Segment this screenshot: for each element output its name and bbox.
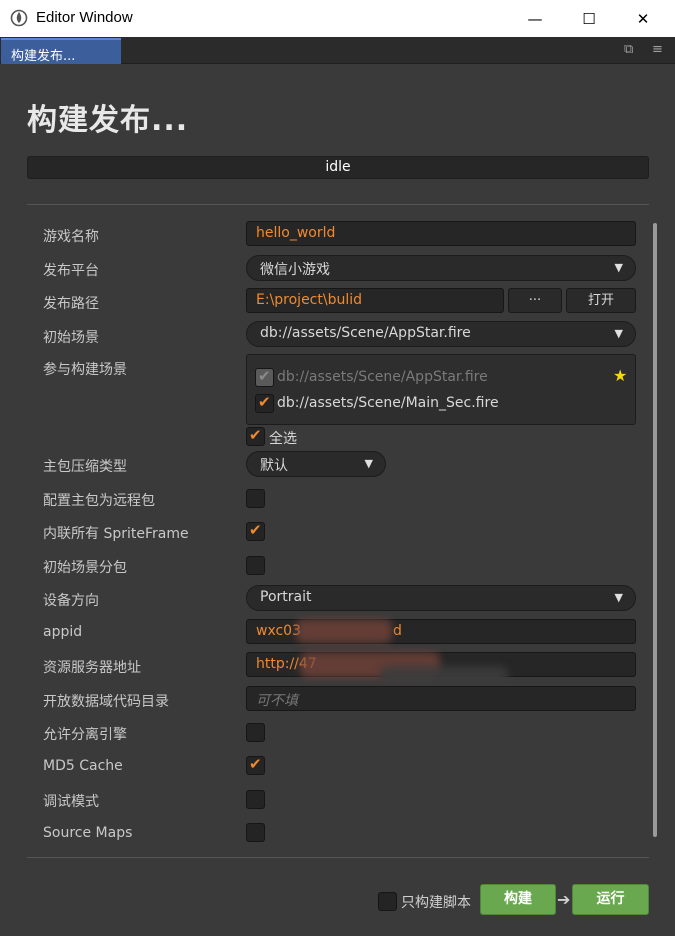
open-folder-button[interactable]: 打开 [566,288,636,313]
scene-item-appstar: db://assets/Scene/AppStar.fire [277,369,488,385]
label-res-server: 资源服务器地址 [43,660,141,676]
select-all-label: 全选 [269,431,297,447]
minimize-icon: — [527,9,543,28]
maximize-icon: ☐ [582,9,596,28]
chevron-down-icon: ▼ [614,261,623,274]
orientation-select[interactable]: Portrait ▼ [246,585,636,611]
label-md5: MD5 Cache [43,758,123,774]
window-titlebar: Editor Window — ☐ ✕ [0,0,675,37]
build-path-input[interactable]: E:\project\bulid [246,288,504,313]
app-logo-icon [10,9,28,27]
chevron-down-icon: ▼ [614,591,623,604]
redaction-blur [296,619,392,643]
check-icon: ✔ [258,367,271,385]
label-debug: 调试模式 [43,794,99,810]
close-button[interactable]: ✕ [620,0,666,37]
arrow-right-icon: ➔ [557,890,571,909]
star-icon: ★ [613,366,628,385]
appid-prefix: wxc03 [256,623,302,639]
check-icon: ✔ [249,521,262,539]
label-included-scenes: 参与构建场景 [43,362,127,378]
label-subpackage-start: 初始场景分包 [43,560,127,576]
select-all-checkbox[interactable]: ✔ [246,426,265,446]
label-orientation: 设备方向 [43,593,99,609]
run-button[interactable]: 运行 [572,884,649,915]
md5-checkbox[interactable]: ✔ [246,755,265,775]
scene-checkbox-main-sec[interactable]: ✔ [255,393,274,413]
separate-engine-checkbox[interactable] [246,723,265,742]
redaction-blur [380,666,508,686]
check-icon: ✔ [249,426,262,444]
label-open-data: 开放数据域代码目录 [43,694,169,710]
scene-item-main-sec: db://assets/Scene/Main_Sec.fire [277,395,499,411]
label-compression: 主包压缩类型 [43,459,127,475]
build-script-only-label: 只构建脚本 [401,895,471,911]
start-scene-value: db://assets/Scene/AppStar.fire [260,325,471,341]
appid-suffix: d [393,623,402,639]
label-inline-spriteframe: 内联所有 SpriteFrame [43,526,189,542]
label-source-maps: Source Maps [43,825,133,841]
label-start-scene: 初始场景 [43,330,99,346]
scene-checkbox-appstar: ✔ [255,367,274,387]
source-maps-checkbox[interactable] [246,823,265,842]
divider [27,857,649,858]
remote-main-checkbox[interactable] [246,489,265,508]
orientation-value: Portrait [260,589,312,605]
open-data-input[interactable]: 可不填 [246,686,636,711]
scene-list: ✔ db://assets/Scene/AppStar.fire ★ ✔ db:… [246,354,636,425]
build-script-only-checkbox[interactable] [378,892,397,911]
window-title: Editor Window [36,9,133,26]
build-button[interactable]: 构建 [480,884,556,915]
label-appid: appid [43,624,83,640]
label-remote-main: 配置主包为远程包 [43,493,155,509]
menu-icon[interactable]: ≡ [652,42,663,57]
divider [27,204,649,205]
close-icon: ✕ [636,9,650,28]
inline-spriteframe-checkbox[interactable]: ✔ [246,521,265,541]
maximize-button[interactable]: ☐ [566,0,612,37]
chevron-down-icon: ▼ [614,327,623,340]
popout-icon[interactable]: ⧉ [624,42,633,57]
game-name-input[interactable]: hello_world [246,221,636,246]
label-separate-engine: 允许分离引擎 [43,727,127,743]
compression-select[interactable]: 默认 ▼ [246,451,386,477]
build-status-bar: idle [27,156,649,179]
chevron-down-icon: ▼ [364,457,373,470]
check-icon: ✔ [249,755,262,773]
browse-button[interactable]: ··· [508,288,562,313]
label-game-name: 游戏名称 [43,229,99,245]
platform-select-value: 微信小游戏 [260,262,330,278]
tab-build-publish[interactable]: 构建发布... [1,38,121,64]
tab-bar: 构建发布... ⧉ ≡ [0,37,675,64]
label-build-path: 发布路径 [43,296,99,312]
page-title: 构建发布... [27,103,189,138]
check-icon: ✔ [258,393,271,411]
minimize-button[interactable]: — [512,0,558,37]
platform-select[interactable]: 微信小游戏 ▼ [246,255,636,281]
debug-checkbox[interactable] [246,790,265,809]
scrollbar[interactable] [653,223,657,837]
compression-value: 默认 [260,458,288,474]
subpackage-start-checkbox[interactable] [246,556,265,575]
label-platform: 发布平台 [43,263,99,279]
start-scene-select[interactable]: db://assets/Scene/AppStar.fire ▼ [246,321,636,347]
